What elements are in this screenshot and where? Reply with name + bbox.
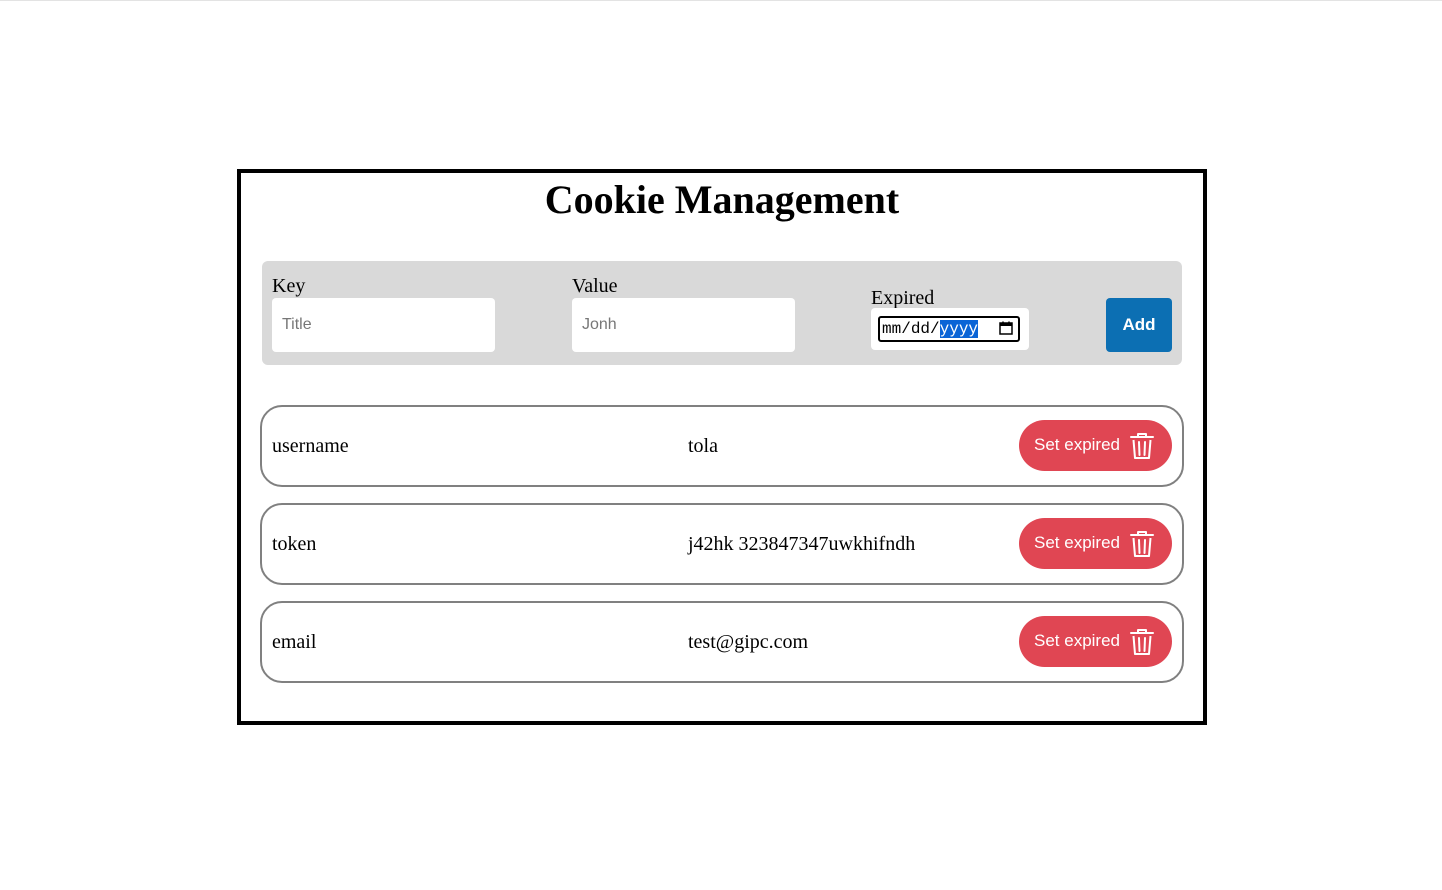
trash-icon — [1130, 433, 1154, 459]
calendar-icon[interactable] — [999, 321, 1013, 335]
value-label: Value — [572, 275, 618, 297]
date-separator: / — [901, 320, 911, 338]
date-year-segment[interactable]: yyyy — [939, 320, 979, 338]
date-separator: / — [930, 320, 940, 338]
date-month-segment[interactable]: mm — [882, 320, 901, 338]
expired-label: Expired — [871, 287, 935, 309]
key-label: Key — [272, 275, 306, 297]
expired-date-input[interactable]: mm/dd/yyyy — [878, 316, 1020, 342]
cookie-key: token — [272, 533, 317, 555]
cookie-management-panel: Cookie Management Key Value Expired mm/d… — [237, 169, 1207, 725]
expired-date-container: mm/dd/yyyy — [871, 308, 1029, 350]
cookie-row: token j42hk 323847347uwkhifndh Set expir… — [260, 503, 1184, 585]
set-expired-button[interactable]: Set expired — [1019, 420, 1172, 471]
set-expired-label: Set expired — [1034, 435, 1120, 454]
page-title: Cookie Management — [544, 177, 900, 222]
set-expired-button[interactable]: Set expired — [1019, 518, 1172, 569]
cookie-key: email — [272, 631, 317, 653]
set-expired-label: Set expired — [1034, 631, 1120, 650]
cookie-value: j42hk 323847347uwkhifndh — [688, 533, 916, 555]
add-cookie-form: Key Value Expired mm/dd/yyyy Add — [262, 261, 1182, 365]
cookie-value: test@gipc.com — [688, 631, 809, 653]
trash-icon — [1130, 629, 1154, 655]
set-expired-button[interactable]: Set expired — [1019, 616, 1172, 667]
top-divider — [0, 0, 1442, 1]
cookie-value: tola — [688, 435, 718, 457]
cookie-row: username tola Set expired — [260, 405, 1184, 487]
add-button[interactable]: Add — [1106, 298, 1172, 352]
value-input[interactable] — [572, 298, 795, 352]
cookie-row: email test@gipc.com Set expired — [260, 601, 1184, 683]
cookie-key: username — [272, 435, 349, 457]
date-day-segment[interactable]: dd — [911, 320, 930, 338]
set-expired-label: Set expired — [1034, 533, 1120, 552]
trash-icon — [1130, 531, 1154, 557]
key-input[interactable] — [272, 298, 495, 352]
